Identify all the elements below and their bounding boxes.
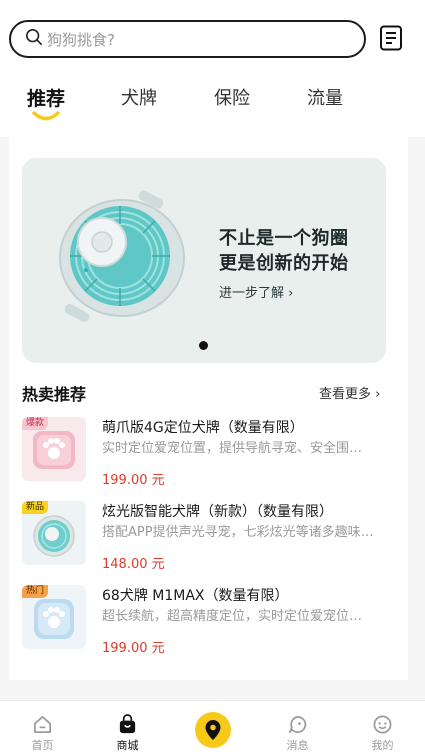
nav-home-label: 首页 [31, 739, 54, 752]
product-badge: 新品 [22, 501, 49, 514]
product-description: 超长续航，超高精度定位，实时定位爱宠位… [102, 609, 363, 624]
nav-locate-button[interactable] [195, 712, 231, 748]
header: 狗狗挑食? 推荐 犬牌 保险 流量 [0, 0, 425, 137]
search-placeholder: 狗狗挑食? [47, 30, 115, 49]
tab-recommend[interactable]: 推荐 [27, 84, 65, 111]
product-badge: 热门 [22, 585, 49, 598]
message-icon [289, 716, 307, 733]
product-item[interactable]: 爆款 萌爪版4G定位犬牌（数量有限） 实时定位爱宠位置，提供导航寻宠、安全围… … [22, 417, 402, 489]
nav-messages[interactable]: 消息 [255, 701, 340, 756]
smart-collar-device-image [59, 190, 185, 323]
location-pin-icon [205, 720, 221, 740]
banner-learn-more-link[interactable]: 进一步了解 › [219, 282, 293, 301]
product-badge: 爆款 [22, 417, 49, 430]
product-item[interactable]: 新品 炫光版智能犬牌（新款）（数量有限） 搭配APP提供声光寻宠，七彩炫光等诸多… [22, 501, 402, 573]
order-list-button[interactable] [378, 25, 404, 55]
carousel-page-dot [199, 341, 208, 350]
nav-home[interactable]: 首页 [0, 701, 85, 756]
nav-shop-label: 商城 [116, 739, 139, 752]
product-price: 148.00 元 [102, 557, 165, 572]
category-tabs: 推荐 犬牌 保险 流量 [0, 84, 425, 124]
product-description: 搭配APP提供声光寻宠，七彩炫光等诸多趣味… [102, 525, 374, 540]
product-thumbnail: 爆款 [22, 417, 86, 481]
search-icon [25, 28, 43, 50]
banner-headline-2: 更是创新的开始 [219, 253, 349, 274]
product-name: 炫光版智能犬牌（新款）（数量有限） [102, 504, 333, 520]
view-more-link[interactable]: 查看更多 › [319, 383, 380, 402]
tab-data-plan[interactable]: 流量 [307, 84, 343, 110]
tab-dog-tag[interactable]: 犬牌 [121, 84, 157, 110]
home-icon [34, 716, 51, 733]
product-item[interactable]: 热门 68犬牌 M1MAX（数量有限） 超长续航，超高精度定位，实时定位爱宠位…… [22, 585, 402, 657]
profile-icon [373, 715, 392, 734]
product-thumbnail: 热门 [22, 585, 86, 649]
shop-bag-icon [119, 714, 136, 734]
section-title-hot: 热卖推荐 [22, 385, 87, 404]
product-name: 68犬牌 M1MAX（数量有限） [102, 588, 289, 604]
product-price: 199.00 元 [102, 641, 165, 656]
nav-messages-label: 消息 [286, 739, 309, 752]
banner-headline-1: 不止是一个狗圈 [219, 228, 349, 249]
search-bar[interactable]: 狗狗挑食? [9, 20, 366, 58]
main-content: 不止是一个狗圈 更是创新的开始 进一步了解 › 热卖推荐 查看更多 › 爆款 萌… [9, 137, 408, 680]
product-name: 萌爪版4G定位犬牌（数量有限） [102, 420, 304, 436]
product-thumbnail: 新品 [22, 501, 86, 565]
tab-insurance[interactable]: 保险 [214, 84, 250, 110]
nav-shop[interactable]: 商城 [85, 701, 170, 756]
document-icon [379, 25, 403, 55]
nav-profile-label: 我的 [371, 739, 394, 752]
promo-banner[interactable]: 不止是一个狗圈 更是创新的开始 进一步了解 › [22, 158, 386, 363]
product-description: 实时定位爱宠位置，提供导航寻宠、安全围… [102, 441, 363, 456]
nav-profile[interactable]: 我的 [340, 701, 425, 756]
active-tab-indicator [32, 111, 60, 121]
product-price: 199.00 元 [102, 473, 165, 488]
